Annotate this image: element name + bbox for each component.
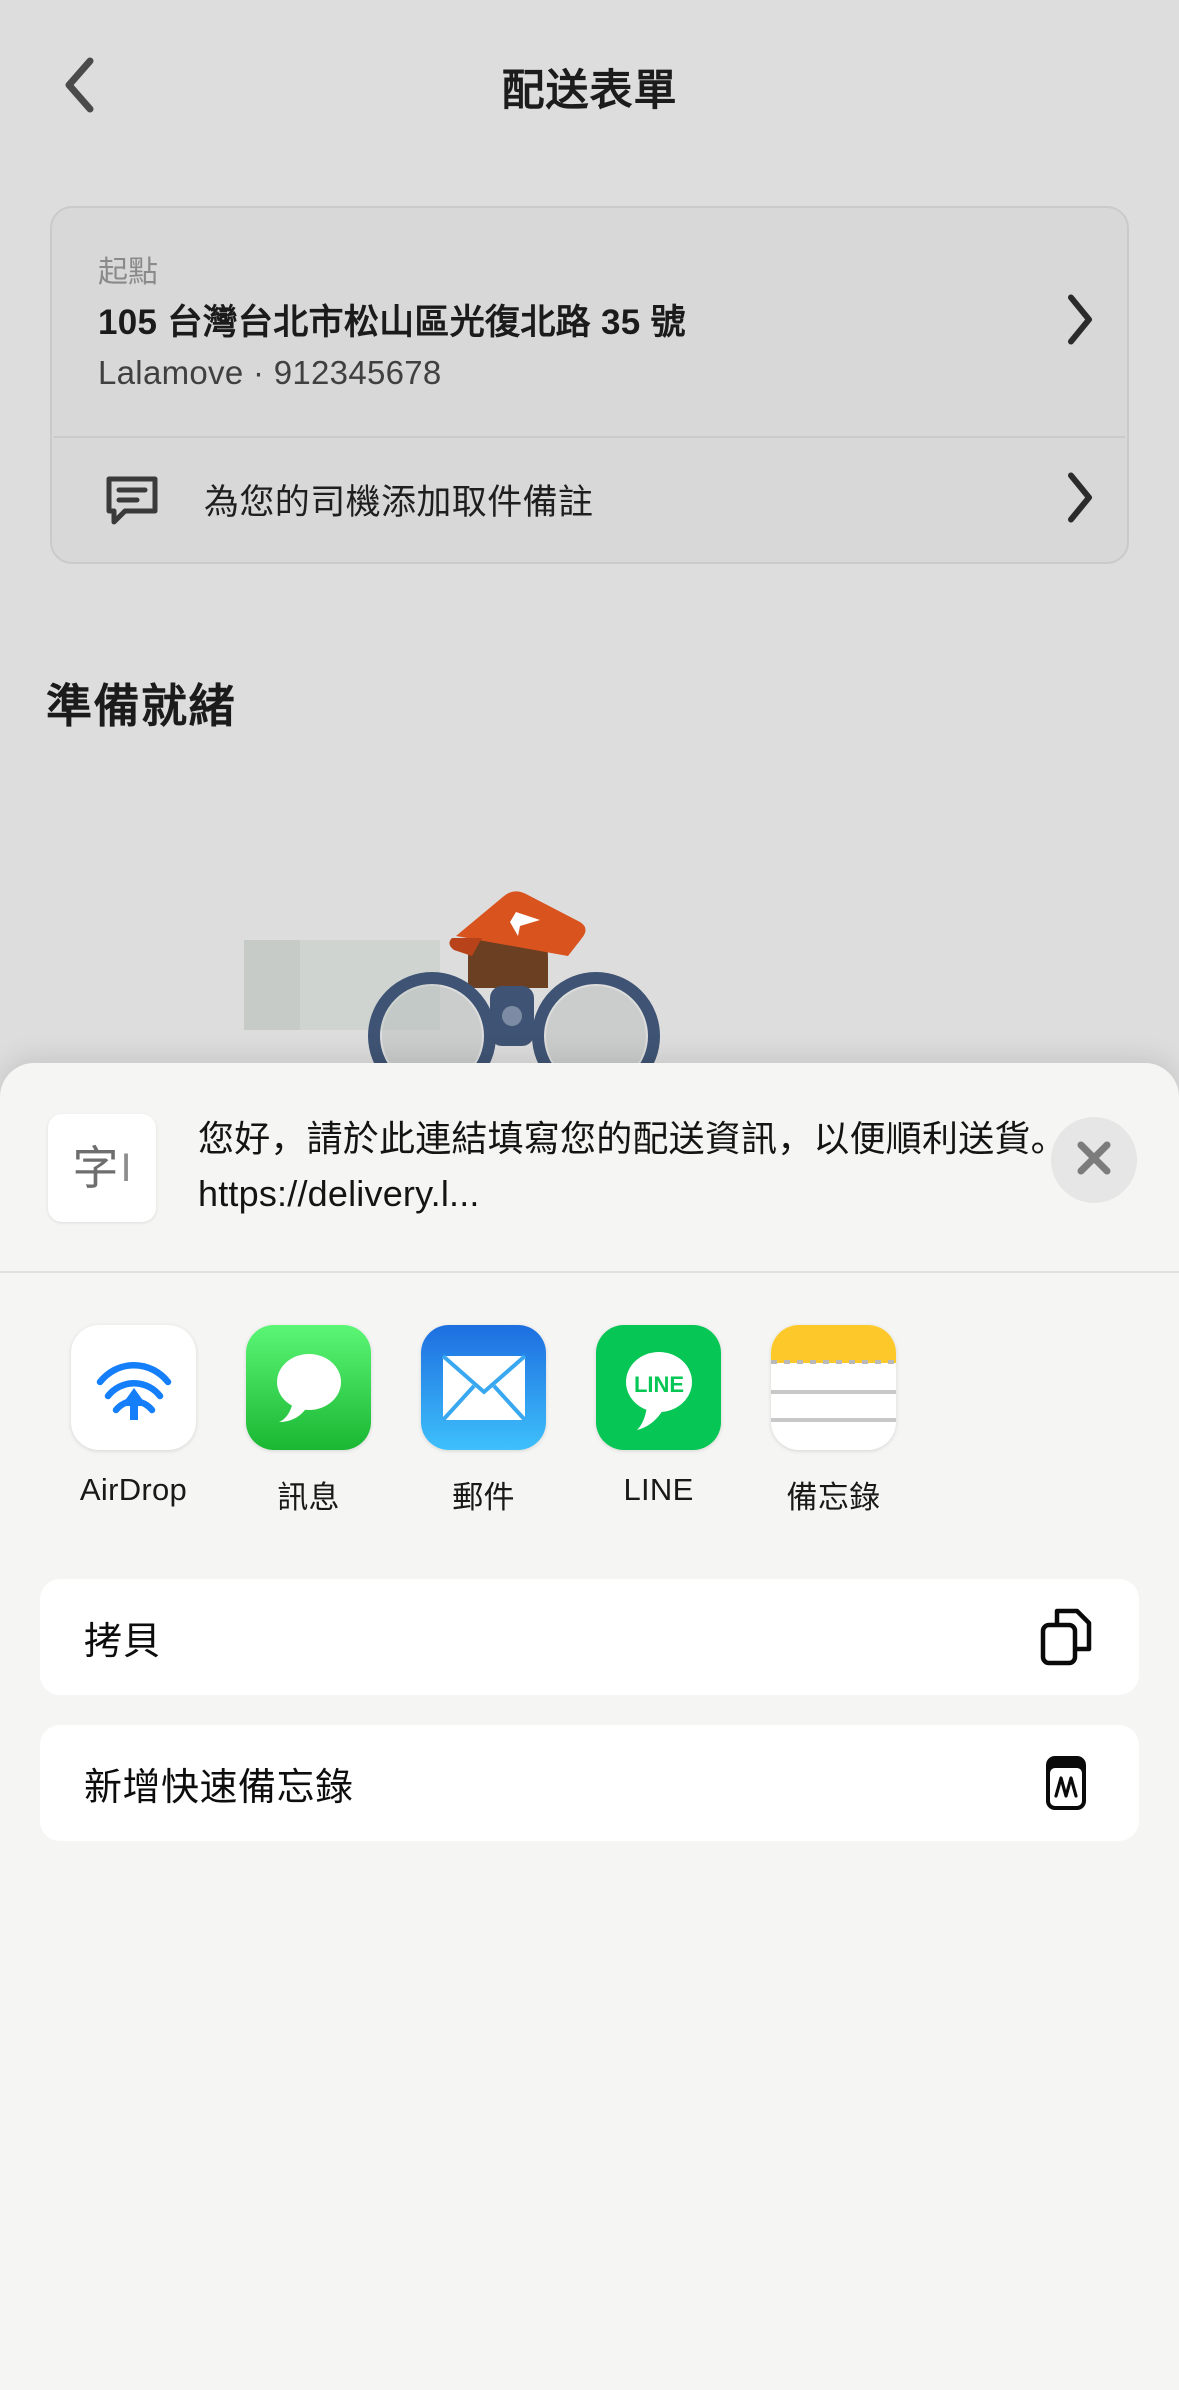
share-target-label: AirDrop (79, 1472, 188, 1507)
share-target-label: 訊息 (277, 1480, 340, 1515)
close-icon (1073, 1137, 1115, 1184)
action-quick-note[interactable]: 新增快速備忘錄 (40, 1725, 1139, 1841)
section-title: 準備就緒 (46, 680, 236, 732)
notes-icon (771, 1325, 896, 1450)
close-button[interactable] (1051, 1117, 1137, 1203)
share-action-list: 拷貝 新增快速備忘錄 (0, 1557, 1179, 1841)
notes-icon-perforation (771, 1360, 896, 1364)
share-target-mail[interactable]: 郵件 (396, 1325, 571, 1517)
page-title: 配送表單 (501, 67, 678, 115)
quick-note-icon (1037, 1754, 1095, 1812)
pickup-address-text: 105 台灣台北市松山區光復北路 35 號 (98, 302, 686, 342)
screen-root: 配送表單 起點 105 台灣台北市松山區光復北路 35 號 Lalamove ·… (0, 0, 1179, 2390)
thumb-glyph: 字 (72, 1142, 119, 1194)
share-target-airdrop[interactable]: AirDrop (46, 1325, 221, 1508)
pickup-address-row[interactable]: 起點 105 台灣台北市松山區光復北路 35 號 Lalamove · 9123… (52, 208, 1127, 436)
text-document-icon: 字 I (48, 1114, 156, 1222)
share-target-label: LINE (623, 1472, 694, 1507)
action-label: 拷貝 (84, 1620, 162, 1663)
airdrop-icon (71, 1325, 196, 1450)
action-label: 新增快速備忘錄 (84, 1766, 354, 1809)
share-target-notes[interactable]: 備忘錄 (746, 1325, 921, 1517)
address-card: 起點 105 台灣台北市松山區光復北路 35 號 Lalamove · 9123… (50, 206, 1129, 564)
share-preview: 字 I 您好，請於此連結填寫您的配送資訊，以便順利送貨。 https://del… (0, 1063, 1179, 1271)
driver-note-label: 為您的司機添加取件備註 (204, 483, 594, 523)
notes-icon-rule (771, 1390, 896, 1394)
share-preview-text: 您好，請於此連結填寫您的配送資訊，以便順利送貨。 https://deliver… (198, 1118, 1067, 1214)
messages-icon (246, 1325, 371, 1450)
notes-icon-header (771, 1325, 896, 1363)
share-sheet: 字 I 您好，請於此連結填寫您的配送資訊，以便順利送貨。 https://del… (0, 1063, 1179, 2390)
pickup-contact-text: Lalamove · 912345678 (98, 354, 442, 391)
share-target-label: 郵件 (452, 1480, 515, 1515)
line-icon: LINE (596, 1325, 721, 1450)
copy-icon (1037, 1608, 1095, 1666)
share-target-label: 備忘錄 (786, 1480, 881, 1515)
chevron-right-icon (1065, 293, 1095, 350)
pickup-label: 起點 (98, 256, 158, 289)
driver-note-row[interactable]: 為您的司機添加取件備註 (52, 438, 1127, 562)
thumb-cursor: I (120, 1146, 132, 1190)
navigation-bar: 配送表單 (0, 0, 1179, 130)
notes-icon-rule (771, 1417, 896, 1422)
share-app-row[interactable]: AirDrop 訊息 郵件 LINE LINE 備忘錄 (0, 1273, 1179, 1557)
share-target-messages[interactable]: 訊息 (221, 1325, 396, 1517)
action-copy[interactable]: 拷貝 (40, 1579, 1139, 1695)
message-note-icon (104, 472, 160, 528)
share-target-line[interactable]: LINE LINE (571, 1325, 746, 1508)
mail-icon (421, 1325, 546, 1450)
svg-text:LINE: LINE (633, 1372, 683, 1397)
chevron-right-icon (1065, 471, 1095, 528)
